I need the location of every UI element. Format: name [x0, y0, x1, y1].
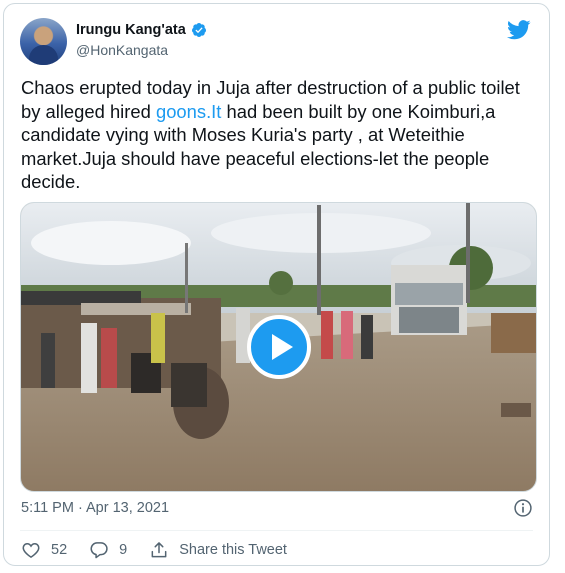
video-thumbnail[interactable] — [20, 202, 537, 492]
tweet-card[interactable]: Irungu Kang'ata @HonKangata Chaos erupte… — [3, 3, 550, 566]
reply-count: 9 — [119, 542, 128, 558]
like-count: 52 — [51, 542, 68, 558]
info-icon[interactable] — [513, 498, 533, 518]
tweet-body: Chaos erupted today in Juja after destru… — [21, 76, 536, 194]
tweet-actions: 52 9 Share this Tweet — [21, 539, 309, 561]
divider — [20, 530, 533, 531]
author-name-row: Irungu Kang'ata — [76, 22, 207, 38]
share-label: Share this Tweet — [179, 542, 287, 558]
share-button[interactable]: Share this Tweet — [149, 540, 287, 560]
play-icon[interactable] — [247, 315, 311, 379]
tweet-timestamp[interactable]: 5:11 PM · Apr 13, 2021 — [21, 500, 169, 516]
tweet-link[interactable]: goons.It — [156, 101, 221, 122]
reply-button[interactable]: 9 — [89, 540, 127, 560]
author-handle[interactable]: @HonKangata — [76, 42, 168, 58]
author-display-name[interactable]: Irungu Kang'ata — [76, 22, 186, 38]
like-button[interactable]: 52 — [21, 540, 67, 560]
heart-icon — [22, 542, 40, 558]
twitter-bird-icon[interactable] — [507, 20, 531, 40]
reply-bubble-icon — [90, 542, 108, 559]
share-icon — [151, 542, 167, 558]
verified-badge-icon — [191, 23, 206, 37]
author-avatar[interactable] — [20, 18, 67, 65]
